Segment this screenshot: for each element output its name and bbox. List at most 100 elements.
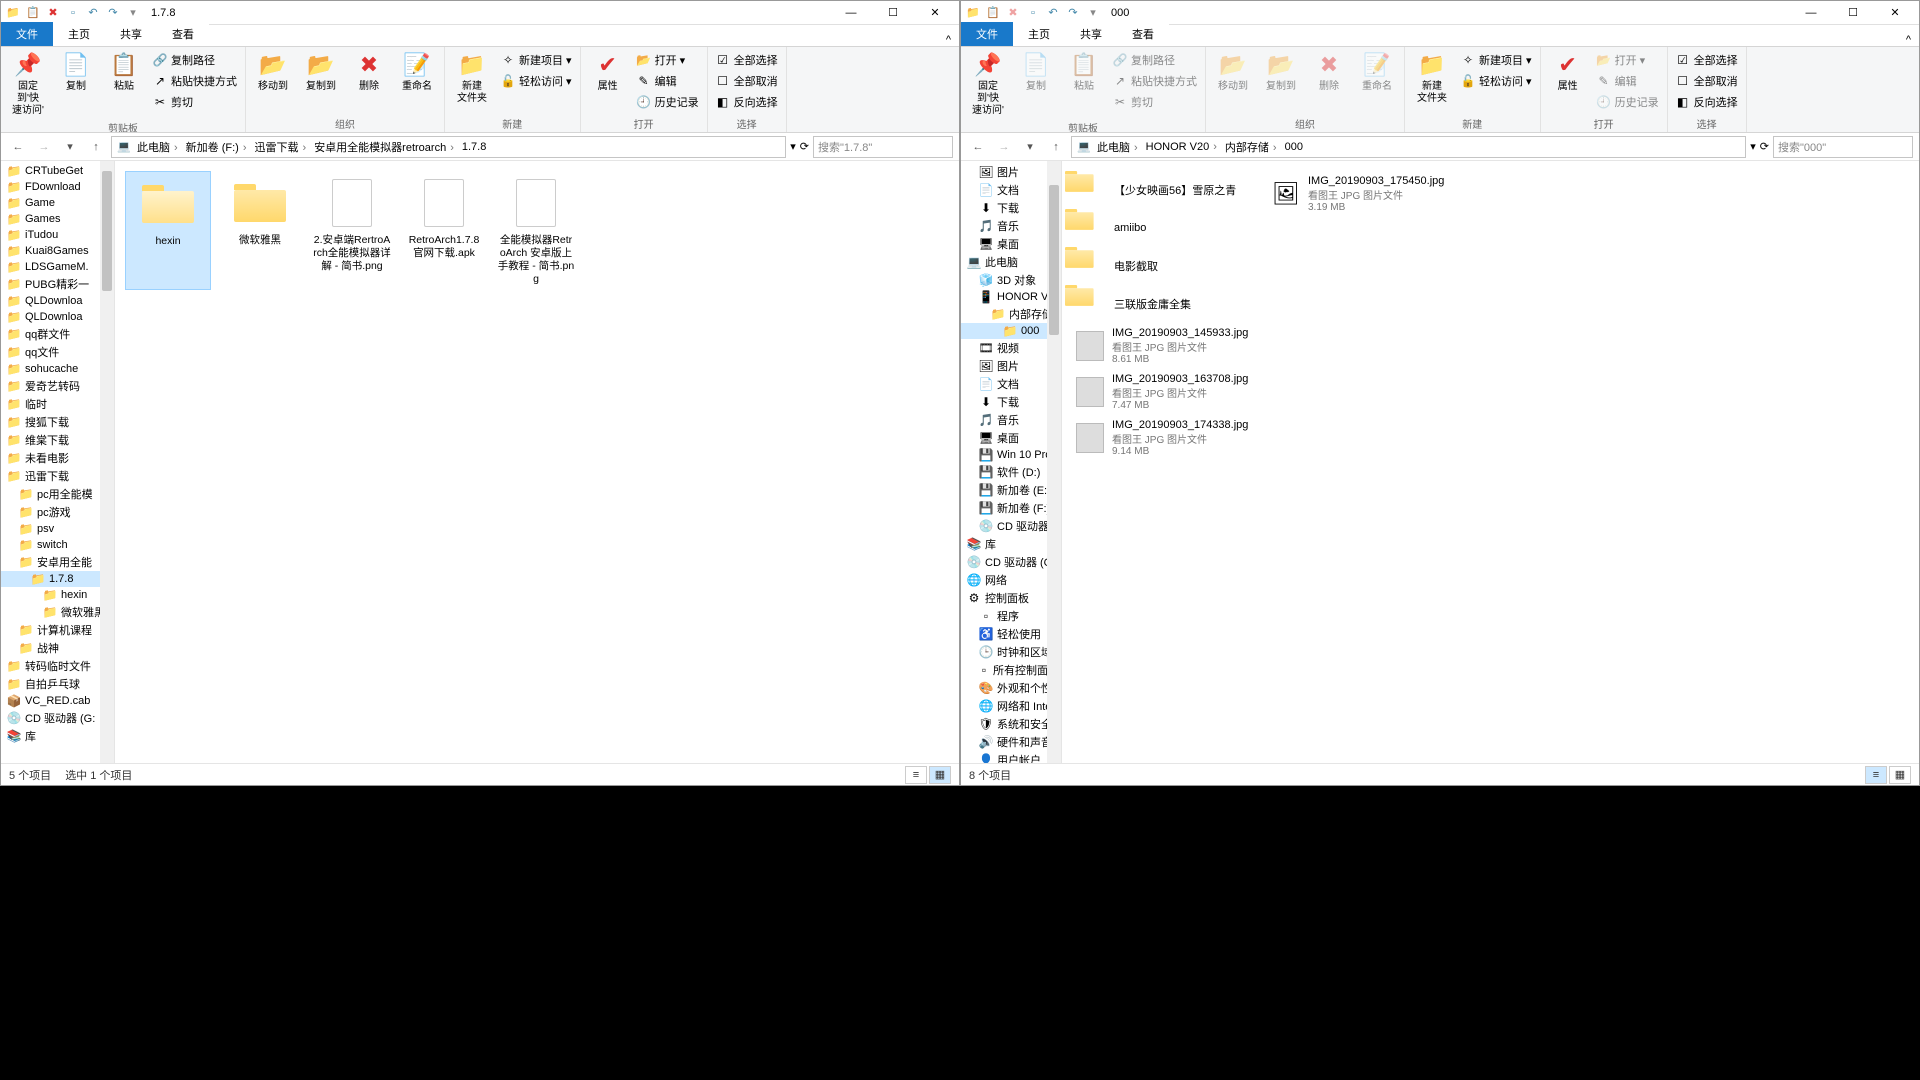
tab-file[interactable]: 文件 xyxy=(1,22,53,46)
tree-item[interactable]: 📁LDSGameM. xyxy=(1,259,114,275)
tree-item[interactable]: 📁临时 xyxy=(1,395,114,413)
selectnone-button[interactable]: ☐全部取消 xyxy=(1674,72,1740,90)
tree-item[interactable]: 📁hexin xyxy=(1,587,114,603)
breadcrumb[interactable]: 💻 此电脑HONOR V20内部存储000 xyxy=(1071,136,1746,158)
tree-item[interactable]: 📚库 xyxy=(961,535,1061,553)
tree-item[interactable]: ▫程序 xyxy=(961,607,1061,625)
edit-button[interactable]: ✎编辑 xyxy=(635,72,701,90)
collapse-ribbon-icon[interactable]: ^ xyxy=(938,34,959,46)
tree-item[interactable]: 📚库 xyxy=(1,727,114,745)
tree-item[interactable]: 📁QLDownloa xyxy=(1,293,114,309)
tree-item[interactable]: 💾新加卷 (F:) xyxy=(961,499,1061,517)
tree-item[interactable]: 🎨外观和个性化 xyxy=(961,679,1061,697)
tree-item[interactable]: 📁switch xyxy=(1,537,114,553)
crumb[interactable]: 内部存储 xyxy=(1222,139,1280,155)
tree-item[interactable]: 💿CD 驱动器 (G: xyxy=(1,709,114,727)
up-button[interactable]: ↑ xyxy=(85,136,107,158)
newitem-button[interactable]: ✧新建项目 ▾ xyxy=(499,51,574,69)
tree-item[interactable]: 🧊3D 对象 xyxy=(961,271,1061,289)
tree-item[interactable]: 📁Kuai8Games xyxy=(1,243,114,259)
crumb[interactable]: HONOR V20 xyxy=(1143,141,1220,153)
maximize-button[interactable]: ☐ xyxy=(1833,1,1873,25)
tree-item[interactable]: 📁战神 xyxy=(1,639,114,657)
cut-button[interactable]: ✂剪切 xyxy=(151,93,239,111)
file-item[interactable]: 全能模拟器RetroArch 安卓版上手教程 - 简书.png xyxy=(493,171,579,290)
minimize-button[interactable]: — xyxy=(831,1,871,25)
tree-item[interactable]: 📁1.7.8 xyxy=(1,571,114,587)
back-button[interactable]: ← xyxy=(967,136,989,158)
recent-button[interactable]: ▾ xyxy=(1019,136,1041,158)
tab-share[interactable]: 共享 xyxy=(105,22,157,46)
tree-item[interactable]: 📁爱奇艺转码 xyxy=(1,377,114,395)
tree-item[interactable]: 📁pc用全能模 xyxy=(1,485,114,503)
tree-item[interactable]: 🖥桌面 xyxy=(961,429,1061,447)
file-pane[interactable]: 【少女映画56】雪原之青amiibo电影截取三联版金庸全集IMG_2019090… xyxy=(1062,161,1919,763)
tree-item[interactable]: 📁内部存储 xyxy=(961,305,1061,323)
newfolder-button[interactable]: 📁新建 文件夹 xyxy=(451,49,493,107)
tree-item[interactable]: 📁pc游戏 xyxy=(1,503,114,521)
tree-item[interactable]: 🎞视频 xyxy=(961,339,1061,357)
file-item[interactable]: amiibo xyxy=(1072,209,1262,247)
addr-dropdown-icon[interactable]: ▾ xyxy=(790,140,796,153)
copypath-button[interactable]: 🔗复制路径 xyxy=(151,51,239,69)
details-view-button[interactable]: ≡ xyxy=(905,766,927,784)
details-view-button[interactable]: ≡ xyxy=(1865,766,1887,784)
tab-view[interactable]: 查看 xyxy=(1117,22,1169,46)
refresh-button[interactable]: ⟳ xyxy=(800,140,809,153)
tab-home[interactable]: 主页 xyxy=(53,22,105,46)
invert-button[interactable]: ◧反向选择 xyxy=(714,93,780,111)
crumb[interactable]: 安卓用全能模拟器retroarch xyxy=(311,139,457,155)
search-input[interactable]: 搜索"000" xyxy=(1773,136,1913,158)
minimize-button[interactable]: — xyxy=(1791,1,1831,25)
selectall-button[interactable]: ☑全部选择 xyxy=(714,51,780,69)
pin-button[interactable]: 📌固定到'快 速访问' xyxy=(7,49,49,119)
tab-file[interactable]: 文件 xyxy=(961,22,1013,46)
newitem-button[interactable]: ✧新建项目 ▾ xyxy=(1459,51,1534,69)
undo-icon[interactable]: ↶ xyxy=(1045,5,1061,21)
tree-item[interactable]: ▫所有控制面板 xyxy=(961,661,1061,679)
scrollbar[interactable] xyxy=(1047,161,1061,763)
file-item[interactable]: IMG_20190903_163708.jpg看图王 JPG 图片文件7.47 … xyxy=(1072,369,1262,415)
tree-item[interactable]: ♿轻松使用 xyxy=(961,625,1061,643)
copyto-button[interactable]: 📂复制到 xyxy=(300,49,342,95)
file-item[interactable]: IMG_20190903_145933.jpg看图王 JPG 图片文件8.61 … xyxy=(1072,323,1262,369)
tree-item[interactable]: 📁微软雅黑 xyxy=(1,603,114,621)
properties-icon[interactable]: 📋 xyxy=(985,5,1001,21)
file-pane[interactable]: hexin微软雅黑2.安卓端RertroArch全能模拟器详解 - 简书.png… xyxy=(115,161,959,763)
new-icon[interactable]: ▫ xyxy=(1025,5,1041,21)
collapse-ribbon-icon[interactable]: ^ xyxy=(1898,34,1919,46)
paste-button[interactable]: 📋粘贴 xyxy=(103,49,145,95)
file-item[interactable]: 2.安卓端RertroArch全能模拟器详解 - 简书.png xyxy=(309,171,395,290)
redo-icon[interactable]: ↷ xyxy=(1065,5,1081,21)
crumb[interactable]: 1.7.8 xyxy=(459,141,493,153)
tree-item[interactable]: 📁未看电影 xyxy=(1,449,114,467)
open-button[interactable]: 📂打开 ▾ xyxy=(635,51,701,69)
tree-item[interactable]: 📁维棠下载 xyxy=(1,431,114,449)
search-input[interactable]: 搜索"1.7.8" xyxy=(813,136,953,158)
tree-item[interactable]: 📦VC_RED.cab xyxy=(1,693,114,709)
crumb[interactable]: 此电脑 xyxy=(1094,139,1141,155)
icons-view-button[interactable]: ▦ xyxy=(1889,766,1911,784)
tree-item[interactable]: 💿CD 驱动器 (G:) xyxy=(961,553,1061,571)
selectnone-button[interactable]: ☐全部取消 xyxy=(714,72,780,90)
newfolder-button[interactable]: 📁新建 文件夹 xyxy=(1411,49,1453,107)
properties-icon[interactable]: 📋 xyxy=(25,5,41,21)
delete-button[interactable]: ✖删除 xyxy=(348,49,390,95)
rename-button[interactable]: 📝重命名 xyxy=(396,49,438,95)
tree-item[interactable]: 🕒时钟和区域 xyxy=(961,643,1061,661)
tree-item[interactable]: 🎵音乐 xyxy=(961,411,1061,429)
tree-item[interactable]: 📄文档 xyxy=(961,375,1061,393)
refresh-button[interactable]: ⟳ xyxy=(1760,140,1769,153)
tree-item[interactable]: 📁000 xyxy=(961,323,1061,339)
addr-dropdown-icon[interactable]: ▾ xyxy=(1750,140,1756,153)
tab-view[interactable]: 查看 xyxy=(157,22,209,46)
tree-item[interactable]: 🛡系统和安全 xyxy=(961,715,1061,733)
tree-item[interactable]: 📁qq群文件 xyxy=(1,325,114,343)
tree-item[interactable]: 🔊硬件和声音 xyxy=(961,733,1061,751)
close-button[interactable]: ✕ xyxy=(1875,1,1915,25)
tree-item[interactable]: 📁Game xyxy=(1,195,114,211)
pasteshortcut-button[interactable]: ↗粘贴快捷方式 xyxy=(151,72,239,90)
tree-item[interactable]: ⬇下载 xyxy=(961,199,1061,217)
copy-button[interactable]: 📄复制 xyxy=(55,49,97,95)
tree-item[interactable]: 📁QLDownloa xyxy=(1,309,114,325)
